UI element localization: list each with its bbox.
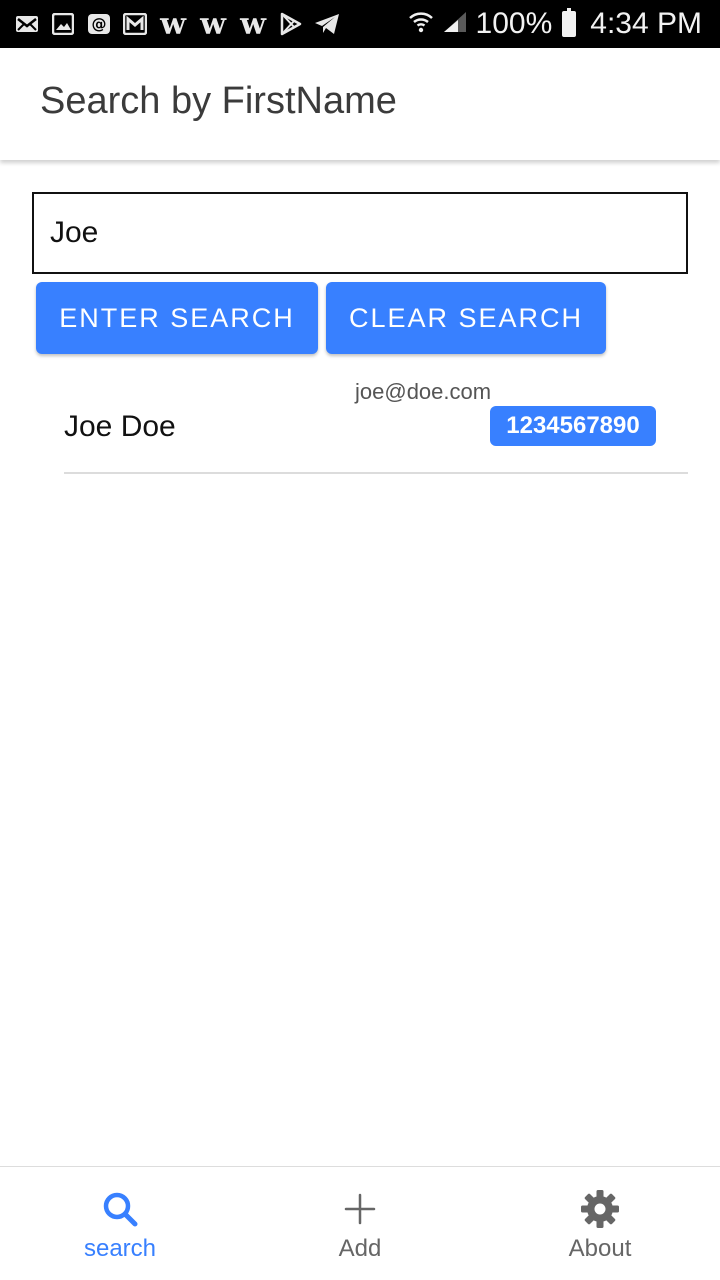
tab-search-label: search — [83, 1235, 157, 1262]
app-bar: Search by FirstName — [0, 48, 720, 160]
gear-icon — [580, 1189, 620, 1229]
status-indicators: 100% 4:34 PM — [408, 6, 702, 42]
tab-add-label: Add — [338, 1235, 382, 1262]
clear-search-button[interactable]: CLEAR SEARCH — [326, 282, 606, 354]
search-input[interactable] — [34, 194, 686, 272]
battery-percent: 100% — [475, 7, 553, 40]
tab-about[interactable]: About — [480, 1167, 720, 1280]
image-icon — [50, 11, 76, 37]
w-icon: w — [160, 6, 186, 42]
page-title: Search by FirstName — [40, 80, 397, 122]
tab-about-label: About — [568, 1235, 632, 1262]
play-store-icon — [278, 11, 304, 37]
wifi-icon — [408, 10, 434, 39]
battery-icon — [562, 8, 577, 37]
search-field[interactable] — [32, 192, 688, 274]
gmail-icon — [122, 11, 148, 37]
notification-icons: @ w w w — [14, 6, 340, 42]
svg-text:@: @ — [92, 15, 107, 33]
signal-icon — [442, 10, 468, 39]
at-sign-icon: @ — [86, 11, 112, 37]
mail-icon — [14, 11, 40, 37]
phone-badge: 1234567890 — [490, 406, 656, 446]
tab-search[interactable]: search — [0, 1167, 240, 1280]
list-item[interactable]: joe@doe.com Joe Doe 1234567890 — [64, 366, 688, 474]
result-email: joe@doe.com — [355, 379, 492, 404]
clock: 4:34 PM — [590, 7, 702, 40]
tab-add[interactable]: Add — [240, 1167, 480, 1280]
w-icon: w — [240, 6, 266, 42]
bottom-tab-bar: search Add About — [0, 1166, 720, 1280]
enter-search-button[interactable]: ENTER SEARCH — [36, 282, 318, 354]
result-name: Joe Doe — [64, 410, 176, 443]
plus-icon — [340, 1189, 380, 1229]
w-icon: w — [200, 6, 226, 42]
telegram-icon — [314, 11, 340, 37]
search-icon — [100, 1189, 140, 1229]
status-bar: @ w w w 100% 4:34 PM — [0, 0, 720, 48]
